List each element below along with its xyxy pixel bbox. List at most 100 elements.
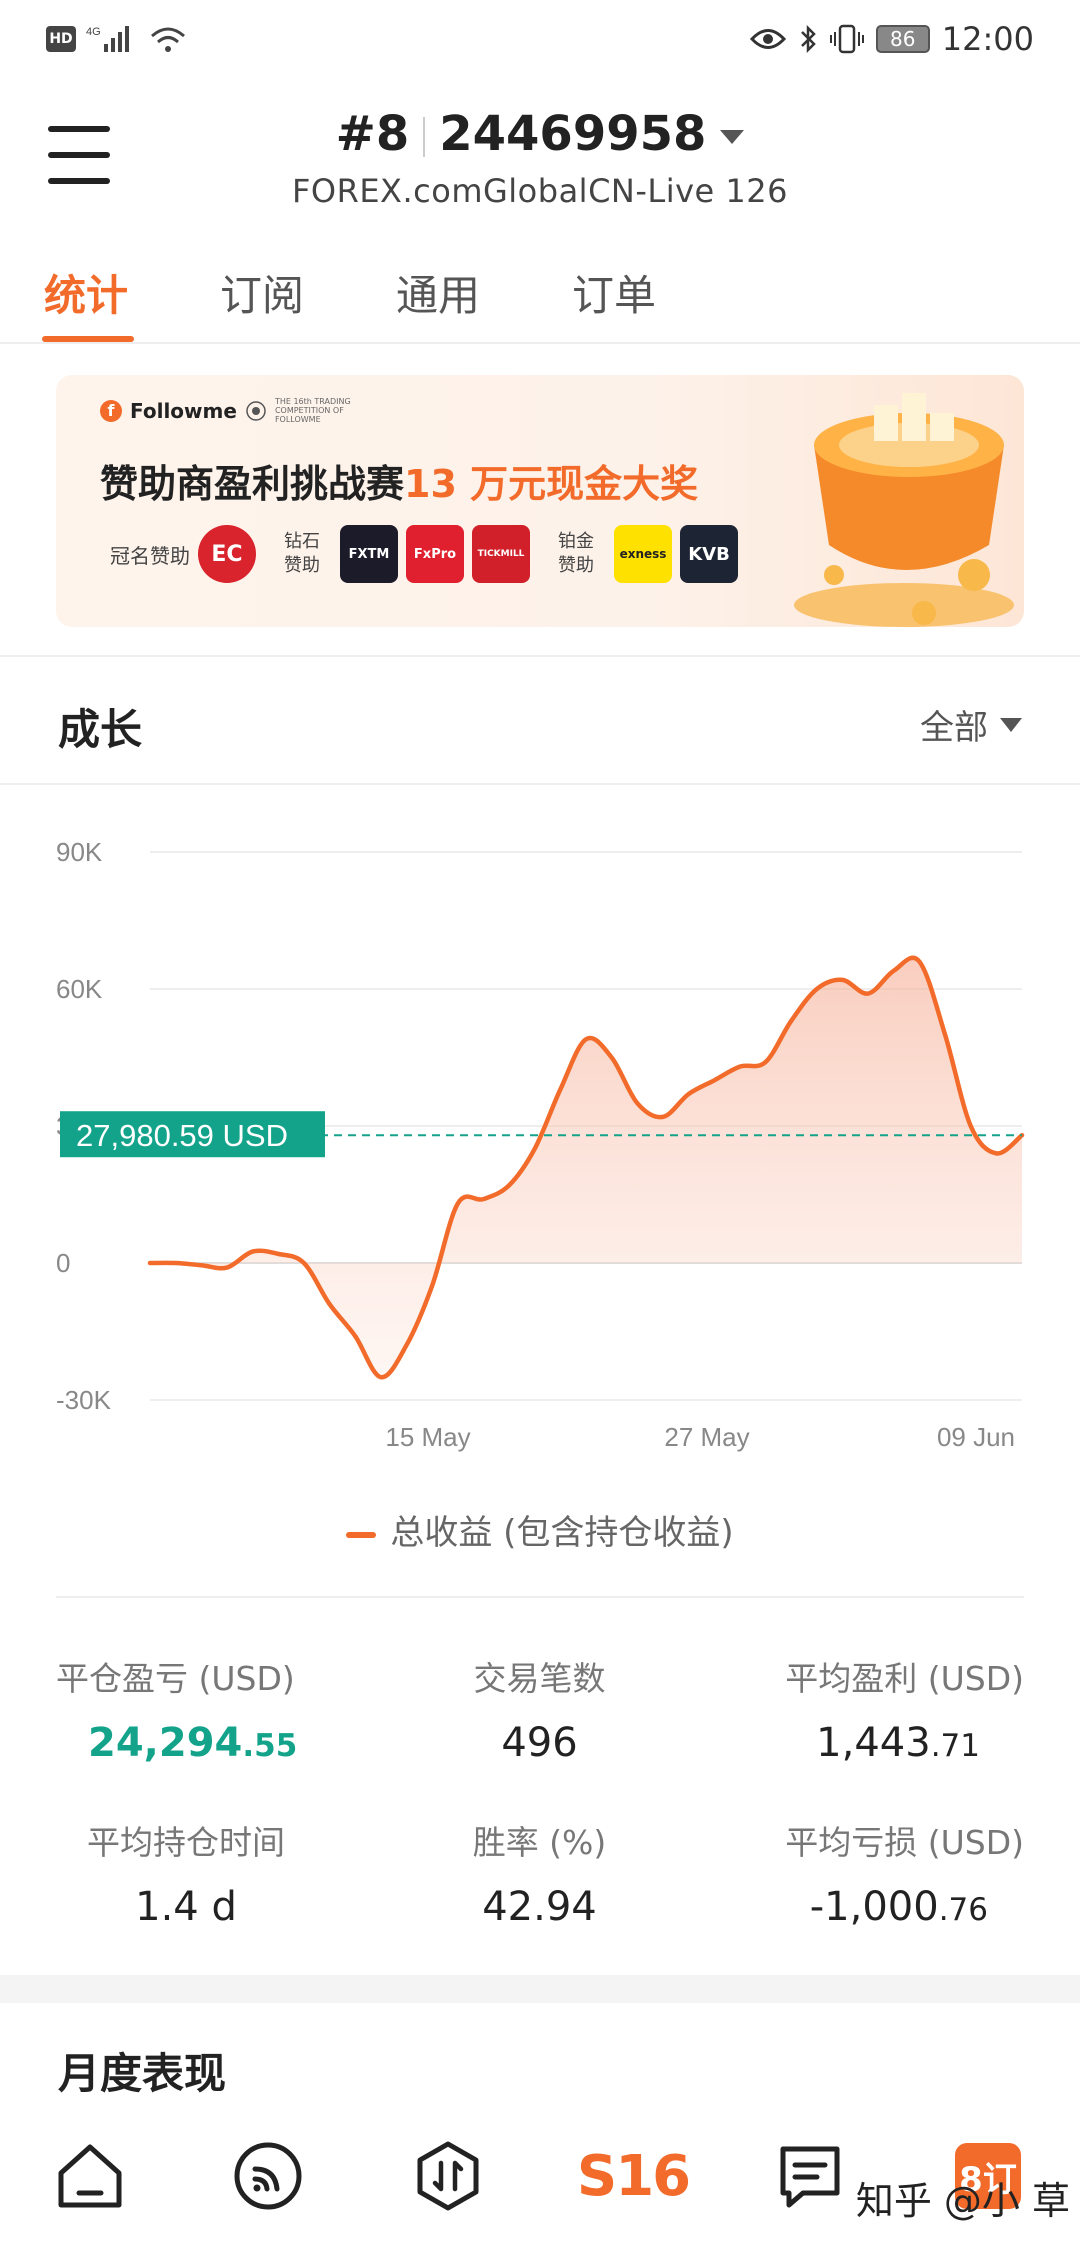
banner-title-prefix: 赞助商盈利挑战赛 <box>100 462 405 506</box>
hd-icon: HD <box>46 26 76 52</box>
stat-label: 平仓盈亏 (USD) <box>56 1659 295 1698</box>
banner-title: 赞助商盈利挑战赛13 万元现金大奖 <box>100 453 698 508</box>
stat-value-decimal: .71 <box>930 1728 980 1764</box>
tab-statistics[interactable]: 统计 <box>44 262 128 323</box>
nav-s16-competition[interactable]: S16 <box>568 2136 698 2216</box>
title-sponsor-label: 冠名赞助 <box>110 543 190 568</box>
tab-general[interactable]: 通用 <box>396 262 480 323</box>
stat-value-main: 496 <box>501 1720 578 1766</box>
sponsor-fxpro-logo: FxPro <box>406 525 464 583</box>
stat-label: 平均盈利 (USD) <box>785 1659 1024 1698</box>
eye-icon <box>749 29 786 49</box>
y-tick-label: 90K <box>56 837 103 867</box>
sponsor-ec-logo: EC <box>198 525 256 583</box>
account-number: 24469958 <box>439 106 707 162</box>
active-tab-indicator <box>42 336 134 342</box>
status-bar: HD 4G 86 12:00 <box>0 0 1080 84</box>
followme-icon: f <box>100 399 122 422</box>
brand-name: Followme <box>130 398 237 423</box>
s16-logo: S16 <box>576 2143 691 2209</box>
chart-legend: 总收益 (包含持仓收益) <box>0 1505 1080 1554</box>
section-separator <box>0 1975 1080 2003</box>
stat-value-decimal: .76 <box>938 1892 988 1928</box>
rss-feed-icon <box>234 2142 302 2210</box>
sponsor-exness-logo: exness <box>614 525 672 583</box>
dropdown-icon <box>720 130 745 144</box>
tab-bar: 统计 订阅 通用 订单 <box>0 244 1080 344</box>
y-tick-label: -30K <box>56 1385 112 1415</box>
stat-closed-pnl: 平仓盈亏 (USD) 24,294.55 <box>56 1652 316 1766</box>
x-tick-label: 09 Jun <box>937 1422 1015 1452</box>
x-tick-label: 27 May <box>664 1422 749 1452</box>
diamond-sponsor-label: 钻石赞助 <box>284 531 320 576</box>
monthly-performance-title: 月度表现 <box>58 2049 227 2098</box>
nav-trade[interactable] <box>408 2136 488 2216</box>
stat-label: 平均持仓时间 <box>87 1823 285 1862</box>
current-value-label: 27,980.59 USD <box>76 1118 288 1153</box>
home-icon <box>58 2144 122 2208</box>
stats-grid: 平仓盈亏 (USD) 24,294.55 交易笔数 496 平均盈利 (USD)… <box>56 1596 1024 1930</box>
growth-chart[interactable]: 90K60K30K0-30K 15 May27 May09 Jun 27,980… <box>0 800 1080 1500</box>
stat-value-main: 1,443 <box>816 1720 931 1766</box>
stat-win-rate: 胜率 (%) 42.94 <box>378 1816 701 1930</box>
sponsor-fxtm-logo: FXTM <box>340 525 398 583</box>
trophy-cup-illustration <box>794 393 1014 627</box>
stat-label: 交易笔数 <box>473 1659 606 1698</box>
stat-value: 1,443.71 <box>701 1720 1024 1766</box>
competition-emblem-icon <box>246 400 266 421</box>
followme-logo: f Followme THE 16th TRADING COMPETITION … <box>100 397 365 424</box>
message-list-icon <box>780 2146 840 2208</box>
section-divider <box>0 783 1080 785</box>
stat-value: 1.4 d <box>56 1884 316 1930</box>
bluetooth-icon <box>800 24 816 54</box>
stat-value-main: 24,294 <box>88 1720 243 1766</box>
vibrate-icon <box>829 24 864 54</box>
legend-swatch <box>346 1531 377 1538</box>
signal-icon: 4G <box>86 26 129 52</box>
stat-value-main: -1,000 <box>809 1884 939 1930</box>
current-value-tag: 27,980.59 USD <box>60 1111 325 1158</box>
stat-avg-loss: 平均亏损 (USD) -1,000.76 <box>701 1816 1024 1930</box>
wifi-icon <box>151 27 185 52</box>
stat-trade-count: 交易笔数 496 <box>378 1652 701 1766</box>
clock: 12:00 <box>941 20 1034 58</box>
growth-title: 成长 <box>58 705 143 754</box>
watermark: 知乎 @小 草 <box>855 2179 1070 2223</box>
tab-subscribe[interactable]: 订阅 <box>220 262 304 323</box>
status-left: HD 4G <box>46 24 188 54</box>
growth-range-filter[interactable]: 全部 <box>920 700 1022 749</box>
battery-icon: 86 <box>875 25 930 53</box>
account-server: FOREX.comGlobalCN-Live 126 <box>292 172 788 210</box>
stat-avg-profit: 平均盈利 (USD) 1,443.71 <box>701 1652 1024 1766</box>
platinum-sponsor-label: 铂金赞助 <box>558 531 594 576</box>
tab-orders[interactable]: 订单 <box>572 262 656 323</box>
sponsor-kvb-logo: KVB <box>680 525 738 583</box>
account-index: #8 <box>335 106 410 162</box>
stat-value-main: 1.4 d <box>135 1884 237 1930</box>
legend-label: 总收益 (包含持仓收益) <box>390 1513 734 1553</box>
stat-value-main: 42.94 <box>482 1884 597 1930</box>
nav-feed[interactable] <box>228 2136 308 2216</box>
stat-value: 24,294.55 <box>56 1720 316 1766</box>
dropdown-icon <box>1000 717 1022 732</box>
banner-title-highlight: 13 万元现金大奖 <box>404 462 699 506</box>
stat-label: 胜率 (%) <box>472 1823 607 1862</box>
nav-home[interactable] <box>50 2136 130 2216</box>
network-type: 4G <box>86 26 101 38</box>
series-area <box>150 957 1022 1378</box>
promo-banner[interactable]: f Followme THE 16th TRADING COMPETITION … <box>56 375 1024 627</box>
nav-orders[interactable] <box>770 2136 850 2216</box>
sponsor-row: 冠名赞助 EC 钻石赞助 FXTM FxPro TICKMILL 铂金赞助 ex… <box>110 525 738 583</box>
sponsor-tickmill-logo: TICKMILL <box>472 525 530 583</box>
y-tick-label: 0 <box>56 1248 70 1278</box>
stat-value-decimal: .55 <box>242 1728 298 1764</box>
growth-chart-svg: 90K60K30K0-30K 15 May27 May09 Jun 27,980… <box>56 837 1025 1452</box>
x-tick-label: 15 May <box>385 1422 470 1452</box>
account-selector[interactable]: #8 24469958 <box>0 106 1080 162</box>
status-right: 86 12:00 <box>749 20 1034 58</box>
stat-value: 42.94 <box>378 1884 701 1930</box>
growth-range-value: 全部 <box>920 708 988 748</box>
separator <box>423 117 426 157</box>
stat-value: -1,000.76 <box>701 1884 1024 1930</box>
app-header: #8 24469958 FOREX.comGlobalCN-Live 126 <box>0 84 1080 234</box>
